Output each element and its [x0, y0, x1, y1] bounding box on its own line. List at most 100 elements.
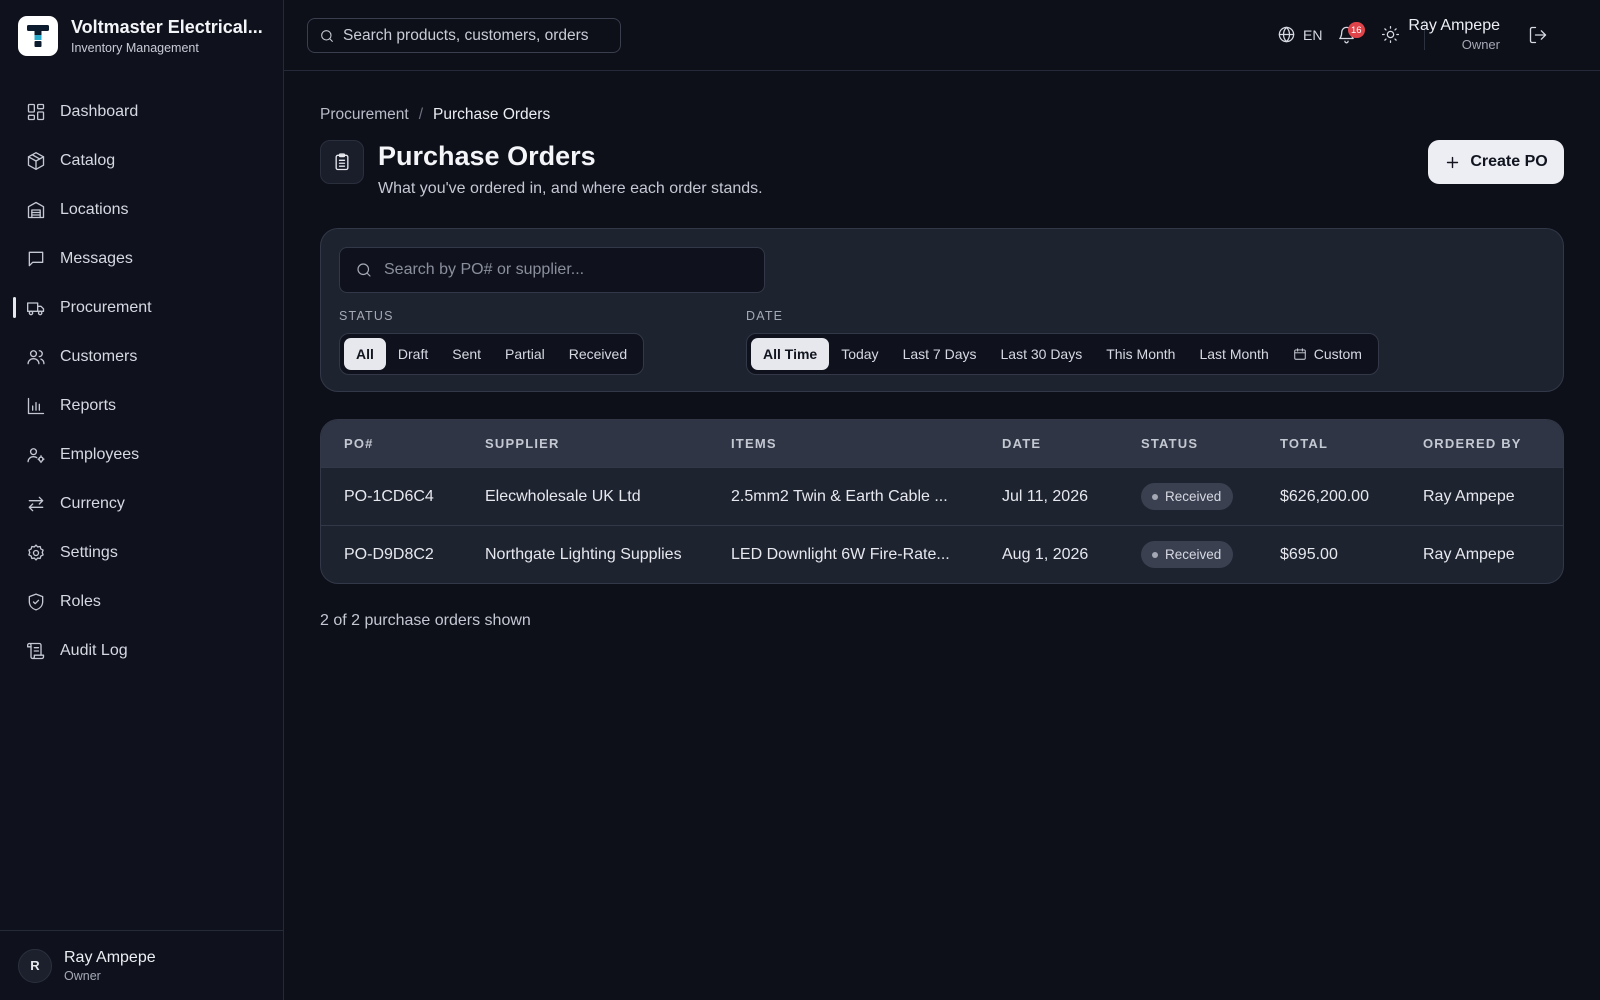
sidebar-item-roles[interactable]: Roles [0, 577, 283, 626]
status-badge: Received [1141, 541, 1234, 568]
po-search-input[interactable] [384, 261, 764, 279]
theme-toggle[interactable] [1381, 25, 1400, 44]
breadcrumb-separator: / [418, 106, 424, 123]
sidebar-item-messages[interactable]: Messages [0, 234, 283, 283]
notifications-button[interactable]: 16 [1337, 22, 1365, 44]
sidebar-item-dashboard[interactable]: Dashboard [0, 87, 283, 136]
sidebar-item-employees[interactable]: Employees [0, 430, 283, 479]
shield-icon [28, 592, 44, 611]
bar-chart-icon [27, 397, 45, 414]
sidebar-item-catalog[interactable]: Catalog [0, 136, 283, 185]
page-title: Purchase Orders [378, 141, 596, 171]
sidebar-item-audit-log[interactable]: Audit Log [0, 626, 283, 675]
column-header-po[interactable]: PO# [344, 436, 374, 451]
status-option-received[interactable]: Received [557, 338, 639, 370]
column-header-supplier[interactable]: SUPPLIER [485, 436, 560, 451]
topbar-user[interactable]: Ray Ampepe Owner [1408, 17, 1500, 52]
order-date: Aug 1, 2026 [1002, 545, 1089, 563]
sidebar-item-label: Reports [60, 396, 117, 414]
topbar-user-name: Ray Ampepe [1408, 17, 1500, 34]
brand-logo [18, 15, 58, 56]
status-option-sent[interactable]: Sent [440, 338, 493, 370]
breadcrumb-current: Purchase Orders [433, 106, 551, 123]
global-search-input[interactable] [343, 26, 613, 45]
date-option-today[interactable]: Today [829, 338, 890, 370]
date-option-all-time[interactable]: All Time [751, 338, 830, 370]
page-header: Purchase Orders What you've ordered in, … [320, 140, 1564, 202]
date-option-custom[interactable]: Custom [1281, 338, 1374, 370]
items-summary: 2.5mm2 Twin & Earth Cable ... [731, 487, 948, 505]
column-header-items[interactable]: ITEMS [731, 436, 777, 451]
sidebar-item-label: Settings [60, 543, 118, 561]
status-option-partial[interactable]: Partial [493, 338, 557, 370]
global-search[interactable] [307, 18, 621, 53]
arrows-icon [28, 496, 44, 511]
breadcrumb-procurement[interactable]: Procurement [320, 106, 409, 124]
order-date: Jul 11, 2026 [1002, 487, 1088, 505]
column-header-status[interactable]: STATUS [1141, 436, 1198, 451]
avatar: R [18, 948, 52, 983]
brand[interactable]: Voltmaster Electrical... Inventory Manag… [0, 0, 283, 71]
column-header-total[interactable]: TOTAL [1280, 436, 1328, 451]
items-summary: LED Downlight 6W Fire-Rate... [731, 545, 950, 563]
date-option-last-month[interactable]: Last Month [1187, 338, 1280, 370]
ordered-by: Ray Ampepe [1423, 545, 1515, 563]
status-badge: Received [1141, 483, 1234, 510]
status-option-all[interactable]: All [344, 338, 386, 370]
sidebar-user-role: Owner [64, 968, 101, 983]
users-icon [27, 349, 45, 364]
truck-icon [27, 301, 45, 315]
sidebar: Voltmaster Electrical... Inventory Manag… [0, 0, 284, 1000]
sidebar-item-currency[interactable]: Currency [0, 479, 283, 528]
sidebar-item-reports[interactable]: Reports [0, 381, 283, 430]
user-cog-icon [27, 447, 45, 463]
status-filter-label: STATUS [339, 309, 394, 323]
create-po-button[interactable]: Create PO [1428, 140, 1564, 184]
search-icon [321, 29, 333, 42]
notification-badge: 16 [1348, 22, 1365, 38]
sidebar-nav: Dashboard Catalog Locations Messages Pro… [0, 87, 283, 675]
clipboard-icon [320, 140, 364, 184]
date-filter: All Time Today Last 7 Days Last 30 Days … [746, 333, 1379, 375]
sidebar-user[interactable]: R Ray Ampepe Owner [0, 930, 283, 1000]
calendar-icon [1294, 348, 1306, 360]
main-content: Procurement / Purchase Orders Purchase O… [320, 71, 1564, 630]
sidebar-item-settings[interactable]: Settings [0, 528, 283, 577]
gear-icon [28, 543, 44, 561]
sidebar-item-customers[interactable]: Customers [0, 332, 283, 381]
language-label: EN [1303, 26, 1323, 43]
sidebar-item-label: Dashboard [60, 102, 139, 120]
date-option-this-month[interactable]: This Month [1094, 338, 1187, 370]
date-option-last-30-days[interactable]: Last 30 Days [989, 338, 1095, 370]
sidebar-item-label: Procurement [60, 298, 152, 316]
column-header-date[interactable]: DATE [1002, 436, 1041, 451]
logout-button[interactable] [1528, 25, 1548, 45]
search-icon [357, 263, 371, 277]
sidebar-user-name: Ray Ampepe [64, 948, 156, 966]
status-text: Received [1165, 547, 1222, 562]
topbar: EN 16 Ray Ampepe Owner [284, 0, 1600, 71]
column-header-ordered-by[interactable]: ORDERED BY [1423, 436, 1522, 451]
po-number: PO-D9D8C2 [344, 545, 434, 563]
table-row[interactable]: PO-1CD6C4 Elecwholesale UK Ltd 2.5mm2 Tw… [321, 467, 1563, 525]
page-subtitle: What you've ordered in, and where each o… [378, 180, 763, 197]
po-search[interactable] [339, 247, 765, 293]
language-selector[interactable]: EN [1277, 25, 1322, 44]
table-header: PO# SUPPLIER ITEMS DATE STATUS TOTAL ORD… [321, 420, 1563, 467]
sidebar-item-procurement[interactable]: Procurement [0, 283, 283, 332]
sidebar-item-label: Currency [60, 494, 125, 512]
create-po-label: Create PO [1470, 153, 1548, 170]
date-option-last-7-days[interactable]: Last 7 Days [891, 338, 989, 370]
dashboard-icon [27, 103, 45, 120]
status-text: Received [1165, 489, 1222, 504]
table-row[interactable]: PO-D9D8C2 Northgate Lighting Supplies LE… [321, 525, 1563, 583]
brand-name: Voltmaster Electrical... [71, 16, 263, 37]
sidebar-item-label: Roles [60, 592, 101, 610]
status-option-draft[interactable]: Draft [386, 338, 440, 370]
ordered-by: Ray Ampepe [1423, 487, 1515, 505]
date-filter-label: DATE [746, 309, 784, 323]
brand-subtitle: Inventory Management [71, 40, 199, 55]
sidebar-item-label: Locations [60, 200, 129, 218]
sidebar-item-label: Catalog [60, 151, 116, 169]
sidebar-item-locations[interactable]: Locations [0, 185, 283, 234]
